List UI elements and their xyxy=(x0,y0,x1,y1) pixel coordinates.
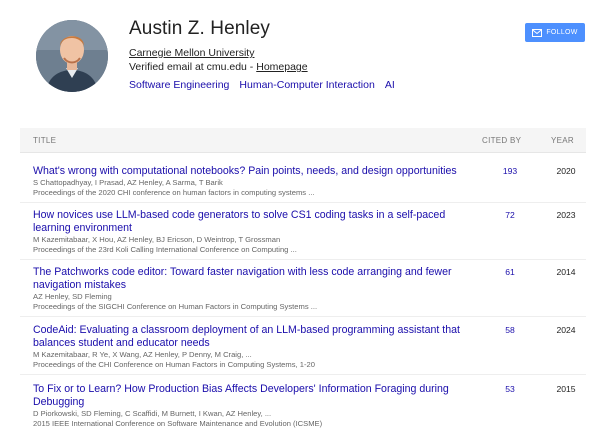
publication-venue: Proceedings of the CHI Conference on Hum… xyxy=(33,360,315,369)
interest-hci[interactable]: Human-Computer Interaction xyxy=(239,79,374,91)
cited-by-count[interactable]: 61 xyxy=(496,267,524,277)
cited-by-count[interactable]: 53 xyxy=(496,384,524,394)
publication-row: What's wrong with computational notebook… xyxy=(20,165,586,203)
publication-authors: M Kazemitabaar, X Hou, AZ Henley, BJ Eri… xyxy=(33,235,281,244)
research-interests: Software Engineering Human-Computer Inte… xyxy=(129,79,395,91)
verified-email: Verified email at cmu.edu - Homepage xyxy=(129,61,308,73)
publication-title[interactable]: To Fix or to Learn? How Production Bias … xyxy=(33,383,473,408)
interest-software-engineering[interactable]: Software Engineering xyxy=(129,79,229,91)
column-header-year[interactable]: YEAR xyxy=(551,136,574,145)
publication-authors: S Chattopadhyay, I Prasad, AZ Henley, A … xyxy=(33,178,223,187)
publication-authors: M Kazemitabaar, R Ye, X Wang, AZ Henley,… xyxy=(33,350,252,359)
follow-label: FOLLOW xyxy=(546,29,578,36)
affiliation-link[interactable]: Carnegie Mellon University xyxy=(129,47,254,59)
column-header-cited-by[interactable]: CITED BY xyxy=(482,136,521,145)
interest-ai[interactable]: AI xyxy=(385,79,395,91)
profile-name: Austin Z. Henley xyxy=(129,18,270,39)
publication-row: How novices use LLM-based code generator… xyxy=(20,209,586,260)
publication-authors: AZ Henley, SD Fleming xyxy=(33,292,112,301)
profile-header: Austin Z. Henley Carnegie Mellon Univers… xyxy=(0,0,600,120)
publication-title[interactable]: How novices use LLM-based code generator… xyxy=(33,209,473,234)
publication-year: 2015 xyxy=(556,384,576,394)
avatar-photo xyxy=(36,20,108,92)
publication-venue: 2015 IEEE International Conference on So… xyxy=(33,419,323,428)
table-header: TITLE CITED BY YEAR xyxy=(20,128,586,153)
publication-year: 2020 xyxy=(556,166,576,176)
cited-by-count[interactable]: 72 xyxy=(496,210,524,220)
cited-by-count[interactable]: 193 xyxy=(496,166,524,176)
column-header-title[interactable]: TITLE xyxy=(33,136,56,145)
publication-venue: Proceedings of the 2020 CHI conference o… xyxy=(33,188,315,197)
publication-year: 2014 xyxy=(556,267,576,277)
publication-row: To Fix or to Learn? How Production Bias … xyxy=(20,383,586,433)
publication-venue: Proceedings of the SIGCHI Conference on … xyxy=(33,302,318,311)
publication-title[interactable]: CodeAid: Evaluating a classroom deployme… xyxy=(33,324,473,349)
publication-venue: Proceedings of the 23rd Koli Calling Int… xyxy=(33,245,297,254)
publication-row: The Patchworks code editor: Toward faste… xyxy=(20,266,586,317)
publication-title[interactable]: The Patchworks code editor: Toward faste… xyxy=(33,266,473,291)
publication-row: CodeAid: Evaluating a classroom deployme… xyxy=(20,324,586,375)
publication-year: 2023 xyxy=(556,210,576,220)
homepage-link[interactable]: Homepage xyxy=(256,61,307,73)
follow-button[interactable]: FOLLOW xyxy=(525,23,585,42)
publication-title[interactable]: What's wrong with computational notebook… xyxy=(33,165,473,178)
avatar xyxy=(36,20,108,92)
publication-authors: D Piorkowski, SD Fleming, C Scaffidi, M … xyxy=(33,409,272,418)
mail-icon xyxy=(532,28,543,37)
publication-year: 2024 xyxy=(556,325,576,335)
email-text: Verified email at cmu.edu - xyxy=(129,61,257,73)
cited-by-count[interactable]: 58 xyxy=(496,325,524,335)
